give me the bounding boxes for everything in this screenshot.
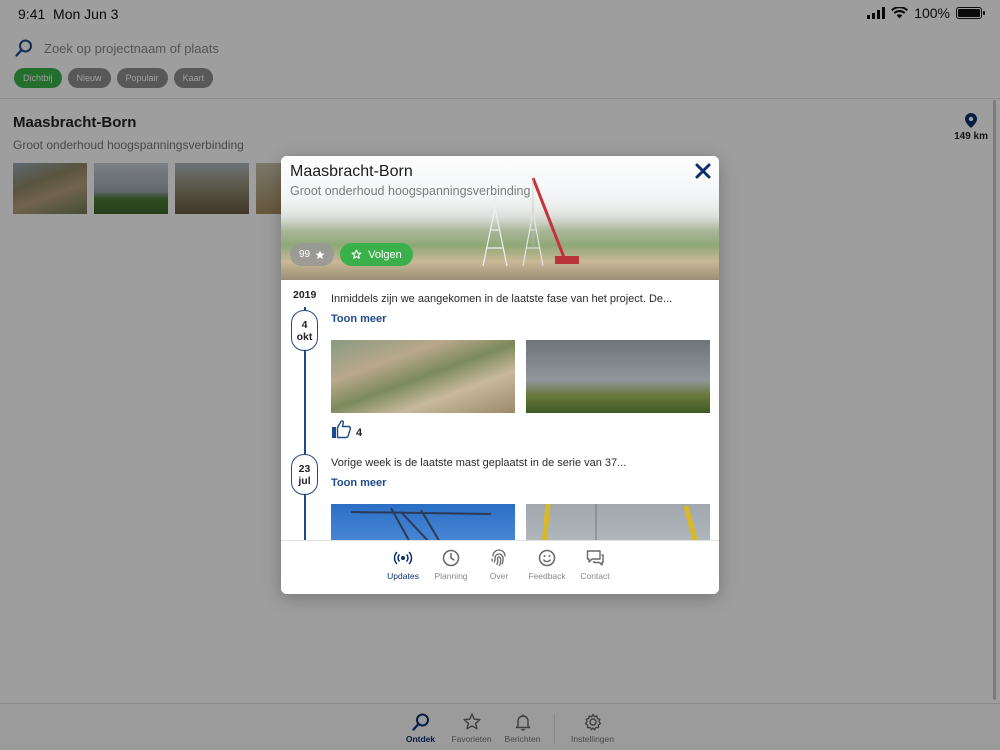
- fingerprint-icon: [491, 549, 506, 567]
- date-day: 4: [301, 318, 308, 331]
- modal-subtitle: Groot onderhoud hoogspanningsverbinding: [290, 184, 531, 198]
- update-photo[interactable]: [526, 503, 710, 540]
- star-outline-icon: [351, 249, 362, 259]
- clock-icon: [442, 549, 460, 567]
- follow-button[interactable]: Volgen: [340, 243, 413, 266]
- date-month: jul: [298, 474, 311, 487]
- smiley-icon: [538, 549, 556, 567]
- updates-timeline[interactable]: 2019 4 okt Inmiddels zijn we aangekomen …: [281, 280, 719, 540]
- follow-label: Volgen: [368, 248, 402, 261]
- section-tab-label: Updates: [387, 571, 419, 581]
- project-detail-modal: Maasbracht-Born Groot onderhoud hoogspan…: [281, 156, 719, 594]
- show-more-link[interactable]: Toon meer: [331, 477, 386, 489]
- update-text: Inmiddels zijn we aangekomen in de laats…: [331, 293, 673, 305]
- section-tab-label: Feedback: [528, 571, 566, 581]
- chat-bubbles-icon: [586, 550, 604, 566]
- tower-image: [350, 507, 492, 540]
- hero-actions: 99 Volgen: [290, 243, 413, 266]
- section-tab-feedback[interactable]: Feedback: [523, 548, 571, 581]
- section-tab-planning[interactable]: Planning: [427, 548, 475, 581]
- update-photo[interactable]: [331, 340, 515, 413]
- follower-count: 99: [299, 249, 311, 260]
- date-month: okt: [296, 330, 313, 343]
- hero-image: Maasbracht-Born Groot onderhoud hoogspan…: [281, 156, 719, 280]
- like-count: 4: [356, 427, 363, 439]
- timeline-year: 2019: [293, 289, 317, 301]
- show-more-link[interactable]: Toon meer: [331, 313, 386, 325]
- section-tab-updates[interactable]: Updates: [379, 548, 427, 581]
- crane-image: [541, 503, 698, 540]
- section-tab-contact[interactable]: Contact: [571, 548, 619, 581]
- section-tab-label: Over: [489, 571, 509, 581]
- date-badge: 4 okt: [291, 310, 318, 351]
- modal-title: Maasbracht-Born: [290, 163, 413, 180]
- update-photo[interactable]: [526, 340, 710, 413]
- date-day: 23: [298, 462, 311, 475]
- section-tab-label: Planning: [434, 571, 468, 581]
- follower-count-badge: 99: [290, 243, 335, 266]
- modal-section-nav: Updates Planning Over Feedback Contact: [281, 540, 719, 594]
- date-badge: 23 jul: [291, 454, 318, 495]
- thumbs-up-icon: [332, 420, 352, 439]
- broadcast-icon: [393, 551, 413, 565]
- section-tab-label: Contact: [580, 571, 610, 581]
- crane-image: [482, 177, 579, 267]
- star-icon: [315, 250, 325, 259]
- update-photo[interactable]: [331, 504, 515, 540]
- update-text: Vorige week is de laatste mast geplaatst…: [331, 457, 627, 469]
- section-tab-over[interactable]: Over: [475, 548, 523, 581]
- close-icon[interactable]: [694, 162, 712, 180]
- like-button[interactable]: 4: [331, 419, 362, 439]
